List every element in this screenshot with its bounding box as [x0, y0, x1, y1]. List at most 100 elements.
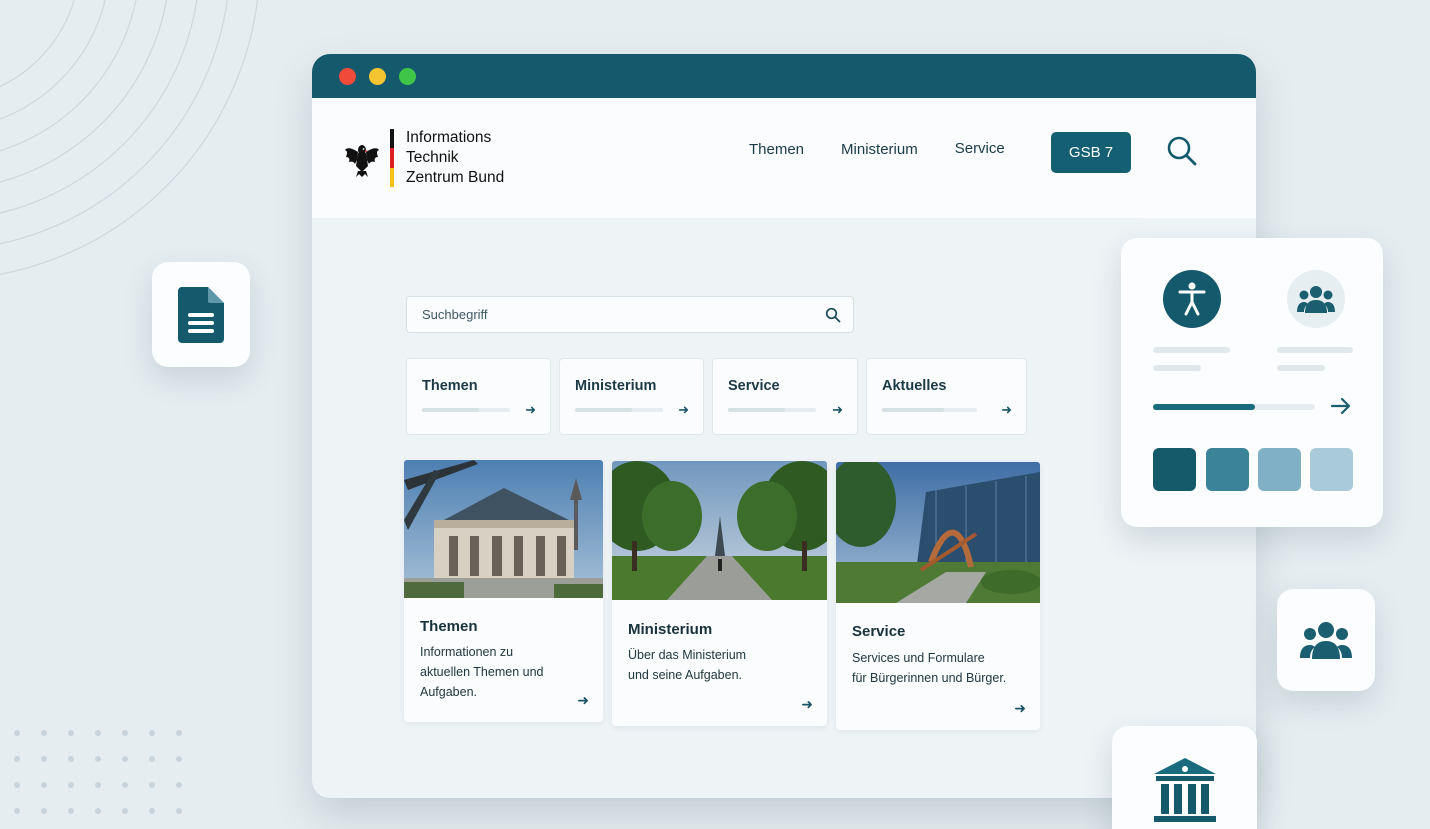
decor-dot	[95, 808, 101, 814]
decor-dot	[68, 756, 74, 762]
search-submit-icon[interactable]	[825, 307, 841, 323]
modern-campus-photo	[836, 462, 1040, 603]
federal-eagle-icon	[345, 145, 379, 177]
arrow-right-icon: ➜	[1001, 402, 1012, 417]
card-title: Themen	[420, 618, 478, 635]
quick-card-themen[interactable]: Themen ➜	[406, 358, 551, 435]
accessibility-button[interactable]	[1163, 270, 1221, 328]
content-card-service[interactable]: Service Services und Formulare für Bürge…	[836, 462, 1040, 730]
search-icon[interactable]	[1165, 134, 1199, 168]
decor-dot	[68, 782, 74, 788]
quick-card-service[interactable]: Service ➜	[712, 358, 858, 435]
nav-item-themen[interactable]: Themen	[749, 141, 804, 158]
decor-dot	[95, 730, 101, 736]
quick-card-label: Ministerium	[575, 378, 657, 394]
gsb7-button[interactable]: GSB 7	[1051, 132, 1131, 173]
decor-dot	[68, 730, 74, 736]
logo-line-3: Zentrum Bund	[406, 169, 505, 186]
nav-item-service[interactable]: Service	[955, 140, 1005, 157]
card-description: Informationen zu aktuellen Themen und Au…	[420, 645, 544, 699]
quick-card-aktuelles[interactable]: Aktuelles ➜	[866, 358, 1027, 435]
window-titlebar	[312, 54, 1256, 98]
institution-widget[interactable]	[1112, 726, 1257, 829]
arrow-right-icon: ➜	[801, 696, 813, 712]
decor-dot	[149, 808, 155, 814]
background-dot-grid	[8, 724, 198, 829]
decor-dot	[41, 782, 47, 788]
logo-line-1: Informations	[406, 129, 492, 146]
card-description: Services und Formulare für Bürgerinnen u…	[852, 651, 1007, 685]
decor-dot	[41, 756, 47, 762]
progress-fill	[1153, 404, 1256, 410]
quick-card-label: Aktuelles	[882, 378, 947, 394]
decor-dot	[68, 808, 74, 814]
logo-text: Informations Technik Zentrum Bund	[406, 128, 504, 188]
decor-dot	[149, 756, 155, 762]
group-button[interactable]	[1287, 270, 1345, 328]
decor-dot	[14, 756, 20, 762]
site-logo[interactable]: Informations Technik Zentrum Bund	[344, 128, 504, 188]
people-icon	[1300, 622, 1352, 659]
minimize-window-button[interactable]	[369, 67, 386, 85]
browser-window: Informations Technik Zentrum Bund Themen…	[312, 54, 1256, 798]
main-navigation: Themen Ministerium Service	[749, 138, 1005, 159]
placeholder-line	[1153, 365, 1201, 371]
accessibility-panel	[1121, 238, 1383, 527]
decor-dot	[149, 782, 155, 788]
decor-dot	[149, 730, 155, 736]
decor-dot	[176, 808, 182, 814]
institution-icon	[1153, 758, 1216, 822]
color-swatch-2[interactable]	[1206, 448, 1249, 491]
progress-bar	[1153, 404, 1315, 410]
document-widget[interactable]	[152, 262, 250, 367]
content-card-themen[interactable]: Themen Informationen zu aktuellen Themen…	[404, 460, 603, 722]
color-swatch-1[interactable]	[1153, 448, 1196, 491]
quick-card-ministerium[interactable]: Ministerium ➜	[559, 358, 704, 435]
arrow-right-icon: ➜	[1014, 700, 1026, 716]
document-icon	[178, 286, 224, 343]
card-title: Service	[852, 623, 906, 640]
accessibility-icon	[1178, 282, 1206, 316]
people-widget[interactable]	[1277, 589, 1375, 691]
quick-links: Themen ➜ Ministerium ➜ Service ➜ Aktuell…	[406, 358, 1027, 435]
decor-dot	[95, 782, 101, 788]
maximize-window-button[interactable]	[399, 67, 416, 85]
decor-dot	[14, 730, 20, 736]
color-swatch-4[interactable]	[1310, 448, 1353, 491]
decor-dot	[14, 808, 20, 814]
decor-dot	[41, 808, 47, 814]
card-title: Ministerium	[628, 621, 713, 638]
search-input[interactable]	[422, 307, 825, 322]
site-header: Informations Technik Zentrum Bund Themen…	[312, 98, 1256, 218]
color-swatch-3[interactable]	[1258, 448, 1301, 491]
logo-line-2: Technik	[406, 149, 459, 166]
decor-dot	[122, 756, 128, 762]
background-arcs	[0, 0, 259, 275]
placeholder-line	[1153, 347, 1230, 353]
decor-dot	[122, 730, 128, 736]
arrow-right-icon[interactable]	[1329, 394, 1353, 418]
placeholder-line	[882, 408, 977, 412]
decor-dot	[95, 756, 101, 762]
decor-dot	[176, 782, 182, 788]
tree-avenue-photo	[612, 461, 827, 600]
search-field[interactable]	[406, 296, 854, 333]
card-description: Über das Ministerium und seine Aufgaben.	[628, 648, 747, 682]
building-photo	[404, 460, 603, 598]
arrow-right-icon: ➜	[525, 402, 536, 417]
close-window-button[interactable]	[339, 67, 356, 85]
quick-card-label: Themen	[422, 378, 478, 394]
arrow-right-icon: ➜	[577, 692, 589, 708]
content-card-ministerium[interactable]: Ministerium Über das Ministerium und sei…	[612, 461, 827, 726]
decor-dot	[41, 730, 47, 736]
group-icon	[1297, 286, 1335, 313]
placeholder-line	[1277, 347, 1353, 353]
decor-dot	[176, 756, 182, 762]
arrow-right-icon: ➜	[832, 402, 843, 417]
quick-card-label: Service	[728, 378, 780, 394]
placeholder-line	[575, 408, 663, 412]
placeholder-line	[422, 408, 510, 412]
placeholder-line	[1277, 365, 1325, 371]
decor-dot	[176, 730, 182, 736]
nav-item-ministerium[interactable]: Ministerium	[841, 141, 918, 158]
